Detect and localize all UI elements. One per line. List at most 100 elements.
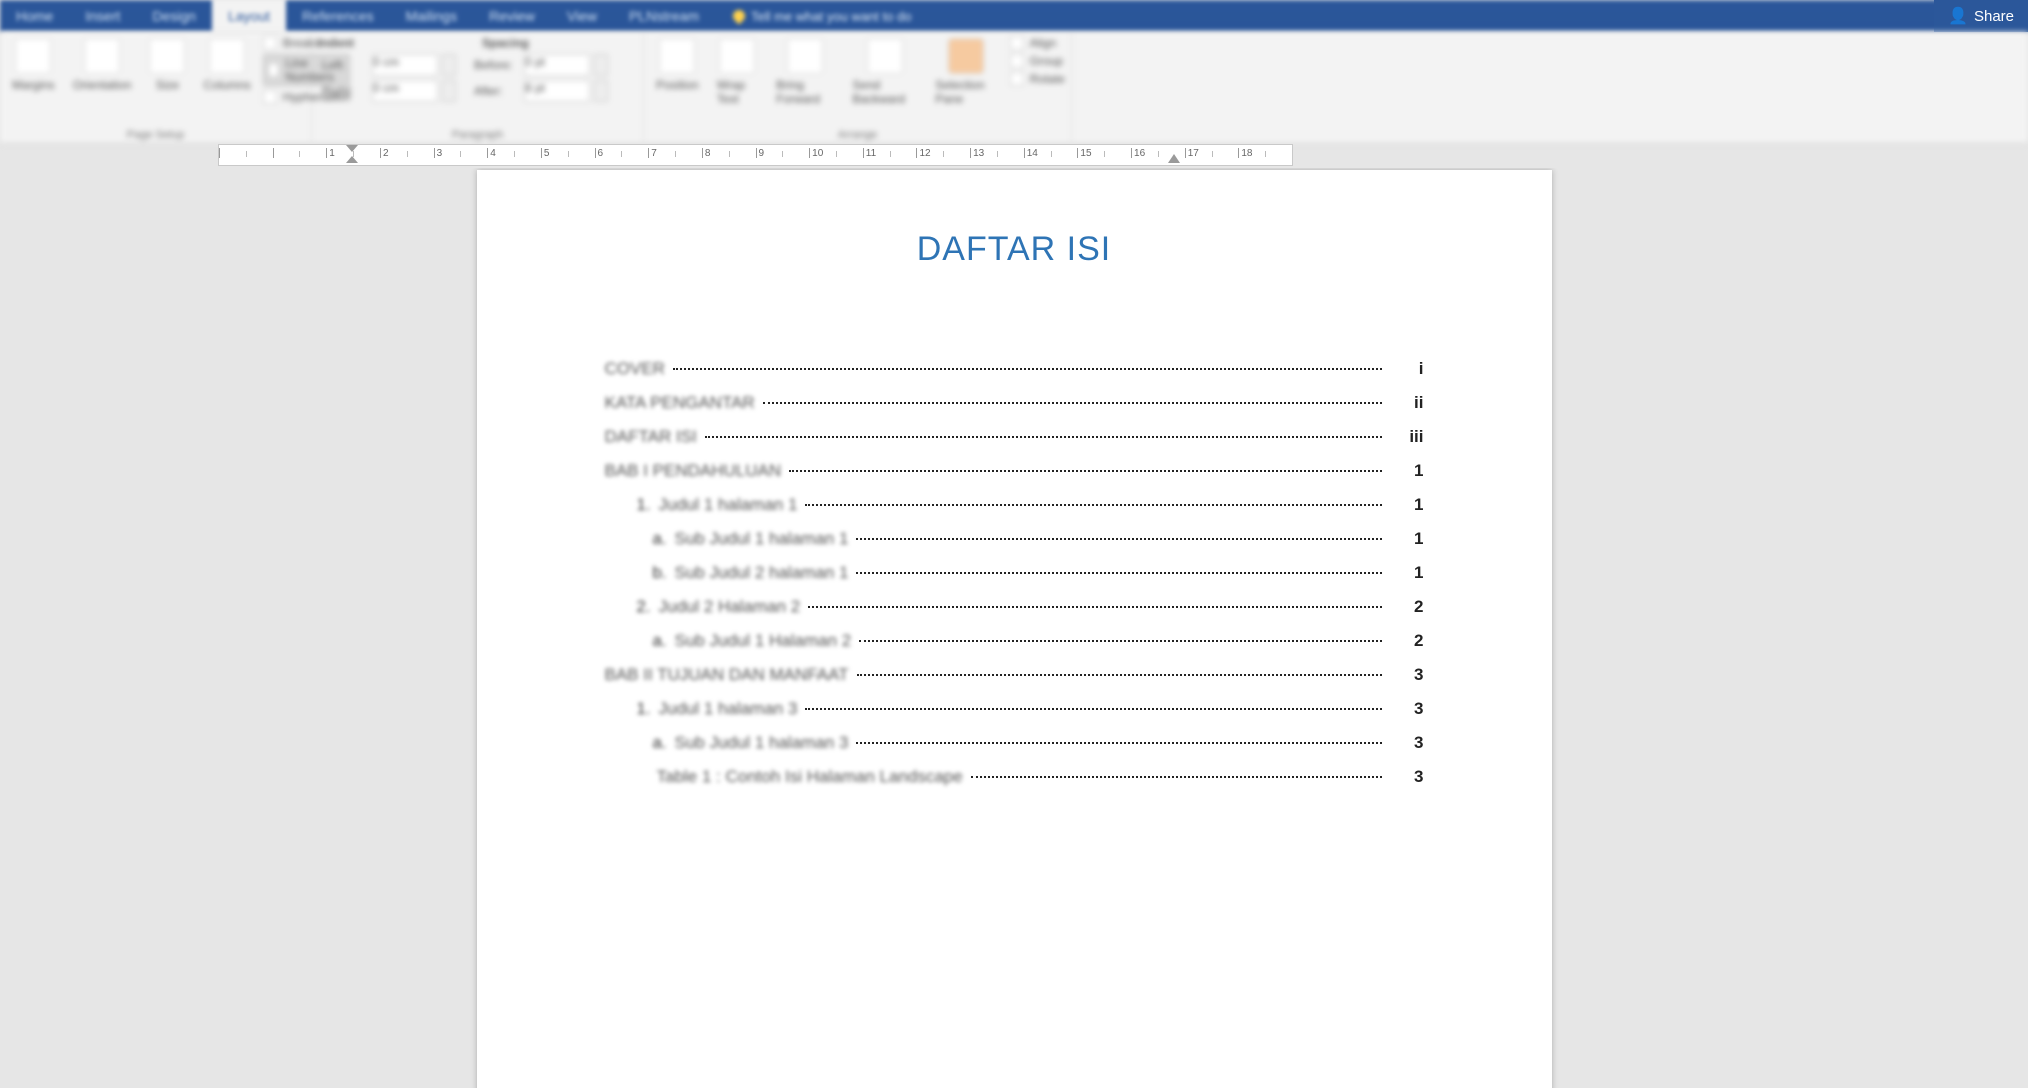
toc-entry[interactable]: DAFTAR ISI iii: [605, 427, 1424, 447]
toc-bullet: 2.: [633, 597, 651, 617]
group-arrange: Position Wrap Text Bring Forward Send Ba…: [644, 32, 1072, 143]
group-label-paragraph: Paragraph: [318, 127, 637, 141]
toc-page-number: 1: [1390, 529, 1424, 549]
tab-mailings[interactable]: Mailings: [390, 0, 473, 32]
send-backward-button[interactable]: Send Backward: [846, 36, 923, 108]
toc-page-number: 3: [1390, 733, 1424, 753]
toc-leader: [856, 572, 1381, 574]
toc-page-number: 3: [1390, 767, 1424, 787]
bring-forward-button[interactable]: Bring Forward: [770, 36, 840, 108]
toc-bullet: 1.: [633, 495, 651, 515]
ribbon-body: Margins Orientation Size Columns Breaks …: [0, 32, 2028, 144]
spacing-before-spin[interactable]: Before:0 pt: [470, 54, 608, 76]
toc-entry[interactable]: a. Sub Judul 1 halaman 3 3: [605, 733, 1424, 753]
toc-entry[interactable]: Table 1 : Contoh Isi Halaman Landscape 3: [605, 767, 1424, 787]
toc-label: BAB I PENDAHULUAN: [605, 461, 782, 481]
orientation-button[interactable]: Orientation: [67, 36, 138, 94]
toc-entry[interactable]: b. Sub Judul 2 halaman 1 1: [605, 563, 1424, 583]
toc-page-number: iii: [1390, 427, 1424, 447]
toc-label: DAFTAR ISI: [605, 427, 697, 447]
toc-bullet: a.: [649, 631, 667, 651]
tab-extra[interactable]: PLNstream: [613, 0, 715, 32]
toc-leader: [856, 742, 1381, 744]
toc-leader: [859, 640, 1381, 642]
spacing-after-spin[interactable]: After:8 pt: [470, 80, 608, 102]
toc-leader: [673, 368, 1382, 370]
toc-page-number: 1: [1390, 461, 1424, 481]
document-title: DAFTAR ISI: [605, 230, 1424, 269]
toc-entry[interactable]: a. Sub Judul 1 Halaman 2 2: [605, 631, 1424, 651]
toc-label: Table 1 : Contoh Isi Halaman Landscape: [657, 767, 963, 787]
indent-right-spin[interactable]: Right:0 cm: [318, 80, 456, 102]
toc-leader: [805, 708, 1381, 710]
share-label: Share: [1974, 8, 2014, 25]
toc-leader: [705, 436, 1382, 438]
toc-entry[interactable]: 2. Judul 2 Halaman 2 2: [605, 597, 1424, 617]
indent-left-spin[interactable]: Left:0 cm: [318, 54, 456, 76]
tab-design[interactable]: Design: [136, 0, 212, 32]
toc-bullet: a.: [649, 733, 667, 753]
document-area[interactable]: DAFTAR ISI COVER i KATA PENGANTAR ii DAFTAR …: [0, 168, 2028, 1088]
tab-home[interactable]: Home: [0, 0, 69, 32]
tab-review[interactable]: Review: [473, 0, 551, 32]
size-button[interactable]: Size: [143, 36, 191, 94]
toc-leader: [971, 776, 1382, 778]
toc-label: Sub Judul 2 halaman 1: [675, 563, 849, 583]
share-button[interactable]: 👤 Share: [1934, 0, 2028, 32]
tab-view[interactable]: View: [551, 0, 613, 32]
right-indent-marker[interactable]: [1168, 145, 1180, 163]
toc-page-number: 2: [1390, 631, 1424, 651]
columns-button[interactable]: Columns: [197, 36, 256, 94]
toc-entry[interactable]: BAB I PENDAHULUAN 1: [605, 461, 1424, 481]
toc-label: BAB II TUJUAN DAN MANFAAT: [605, 665, 849, 685]
toc-entry[interactable]: BAB II TUJUAN DAN MANFAAT 3: [605, 665, 1424, 685]
ruler-row: 123456789101112131415161718: [0, 144, 2028, 168]
toc-label: Judul 1 halaman 3: [659, 699, 798, 719]
page: DAFTAR ISI COVER i KATA PENGANTAR ii DAFTAR …: [477, 170, 1552, 1088]
toc-leader: [808, 606, 1381, 608]
indent-header: Indent: [318, 36, 354, 50]
left-indent-marker[interactable]: [346, 145, 358, 163]
selection-pane-button[interactable]: Selection Pane: [929, 36, 1003, 108]
group-label-arrange: Arrange: [650, 127, 1065, 141]
margins-button[interactable]: Margins: [6, 36, 61, 94]
toc-page-number: 1: [1390, 563, 1424, 583]
group-label-page-setup: Page Setup: [6, 127, 305, 141]
toc-bullet: b.: [649, 563, 667, 583]
toc-label: KATA PENGANTAR: [605, 393, 755, 413]
toc-label: Judul 1 halaman 1: [659, 495, 798, 515]
tell-me-search[interactable]: Tell me what you want to do: [715, 0, 2028, 32]
group-button[interactable]: Group: [1010, 54, 1065, 68]
toc-entry[interactable]: COVER i: [605, 359, 1424, 379]
toc-page-number: ii: [1390, 393, 1424, 413]
position-button[interactable]: Position: [650, 36, 705, 94]
rotate-button[interactable]: Rotate: [1010, 72, 1065, 86]
toc-entry[interactable]: 1. Judul 1 halaman 3 3: [605, 699, 1424, 719]
toc-page-number: 3: [1390, 665, 1424, 685]
toc-label: COVER: [605, 359, 665, 379]
group-page-setup: Margins Orientation Size Columns Breaks …: [0, 32, 312, 143]
toc-label: Judul 2 Halaman 2: [659, 597, 801, 617]
tab-layout[interactable]: Layout: [212, 0, 286, 32]
tell-me-placeholder: Tell me what you want to do: [751, 9, 911, 24]
toc-page-number: 2: [1390, 597, 1424, 617]
ribbon-tab-strip: Home Insert Design Layout References Mai…: [0, 0, 2028, 32]
toc-page-number: i: [1390, 359, 1424, 379]
toc-label: Sub Judul 1 halaman 3: [675, 733, 849, 753]
wrap-text-button[interactable]: Wrap Text: [711, 36, 764, 108]
toc-entry[interactable]: a.Sub Judul 1 halaman 11: [605, 529, 1424, 549]
toc-label: Sub Judul 1 Halaman 2: [675, 631, 852, 651]
toc-bullet: a.: [649, 529, 667, 549]
align-button[interactable]: Align: [1010, 36, 1065, 50]
bulb-icon: [731, 8, 748, 25]
toc-entry[interactable]: 1. Judul 1 halaman 1 1: [605, 495, 1424, 515]
toc-leader: [857, 674, 1382, 676]
tab-references[interactable]: References: [286, 0, 390, 32]
tab-insert[interactable]: Insert: [69, 0, 136, 32]
toc-leader: [856, 538, 1381, 540]
toc-page-number: 1: [1390, 495, 1424, 515]
horizontal-ruler[interactable]: 123456789101112131415161718: [218, 144, 1293, 166]
toc-bullet: 1.: [633, 699, 651, 719]
toc-page-number: 3: [1390, 699, 1424, 719]
toc-entry[interactable]: KATA PENGANTAR ii: [605, 393, 1424, 413]
